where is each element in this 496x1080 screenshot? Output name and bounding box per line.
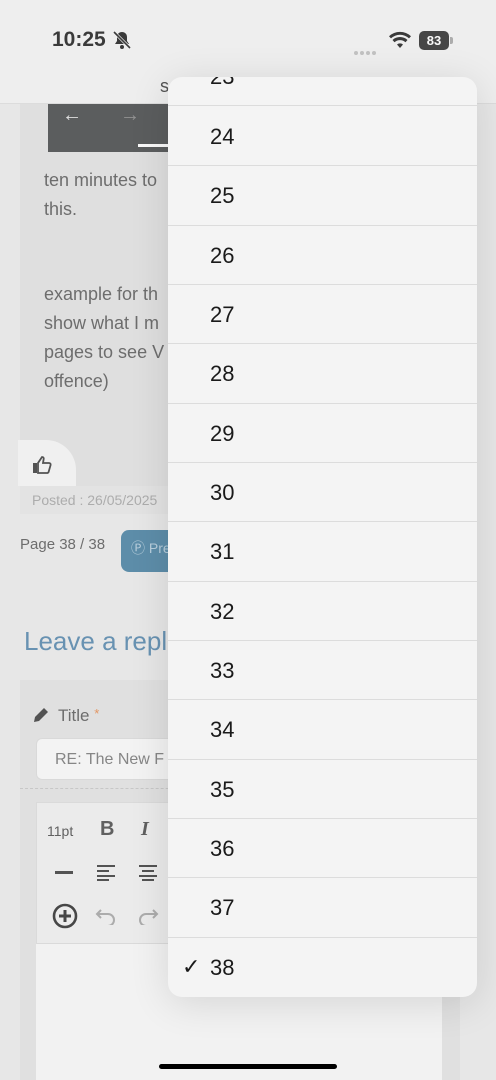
picker-option-34[interactable]: 34 xyxy=(168,700,477,760)
picker-option-26[interactable]: 26 xyxy=(168,226,477,285)
picker-option-32[interactable]: 32 xyxy=(168,582,477,641)
picker-option-38-selected[interactable]: ✓ 38 xyxy=(168,938,477,997)
picker-option-33[interactable]: 33 xyxy=(168,641,477,701)
picker-option-30[interactable]: 30 xyxy=(168,463,477,523)
picker-option-27[interactable]: 27 xyxy=(168,285,477,345)
picker-option-29[interactable]: 29 xyxy=(168,404,477,463)
page-picker-menu: 23 24 25 26 27 28 29 30 31 32 33 34 35 3… xyxy=(168,77,477,997)
picker-option-25[interactable]: 25 xyxy=(168,166,477,226)
picker-option-28[interactable]: 28 xyxy=(168,344,477,404)
picker-option-37[interactable]: 37 xyxy=(168,878,477,938)
picker-option-35[interactable]: 35 xyxy=(168,760,477,819)
checkmark-icon: ✓ xyxy=(182,953,201,979)
home-indicator[interactable] xyxy=(159,1064,337,1069)
picker-option-36[interactable]: 36 xyxy=(168,819,477,879)
picker-option-31[interactable]: 31 xyxy=(168,522,477,582)
picker-option-24[interactable]: 24 xyxy=(168,107,477,167)
picker-option-23[interactable]: 23 xyxy=(168,77,477,107)
